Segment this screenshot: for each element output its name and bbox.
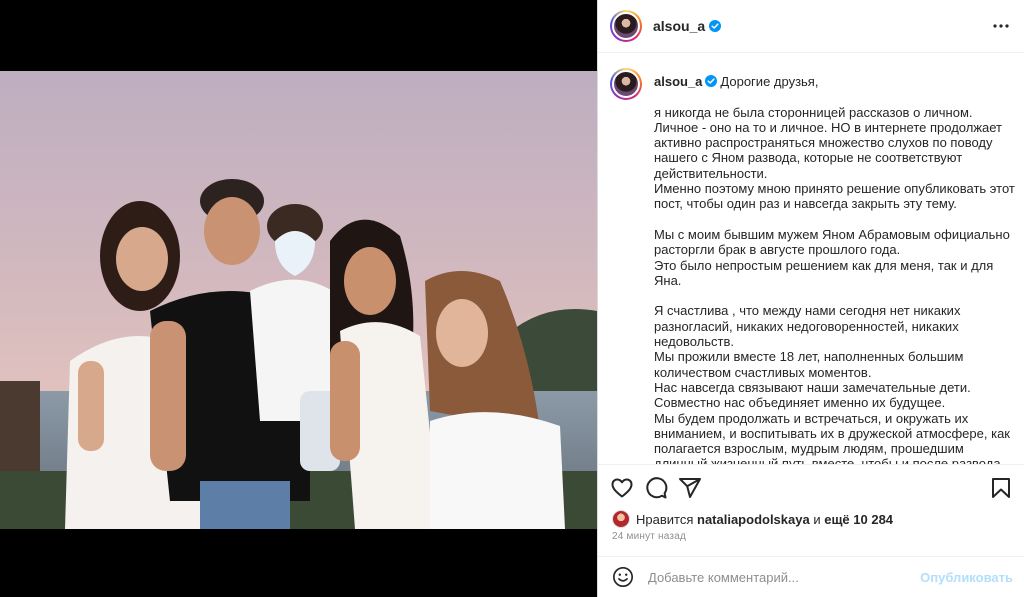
likes-prefix: Нравится [636, 511, 694, 527]
bookmark-icon[interactable] [989, 476, 1013, 500]
post-timestamp[interactable]: 24 минут назад [612, 531, 686, 542]
emoji-icon[interactable] [612, 566, 634, 588]
heart-icon[interactable] [610, 476, 634, 500]
comment-bar: Опубликовать [598, 556, 1024, 597]
post-header: alsou_a [598, 0, 1024, 53]
liker-username[interactable]: nataliapodolskaya [697, 512, 810, 527]
likes-count[interactable]: ещё 10 284 [824, 512, 893, 527]
caption-username[interactable]: alsou_a [654, 74, 702, 89]
post-side-panel: alsou_a alsou_a Дорогие друзья, я никогда… [597, 0, 1024, 597]
verified-badge-icon [709, 20, 722, 32]
family-photo-illustration [0, 71, 597, 529]
likes-summary: Нравится nataliapodolskaya и ещё 10 284 [612, 510, 893, 528]
post-media-area [0, 0, 597, 597]
post-caption: alsou_a Дорогие друзья, я никогда не была… [598, 54, 1024, 464]
publish-button[interactable]: Опубликовать [920, 570, 1013, 585]
comment-input[interactable] [648, 569, 918, 585]
author-username[interactable]: alsou_a [653, 18, 705, 34]
likes-middle: и [813, 511, 821, 527]
liker-avatar[interactable] [612, 510, 630, 528]
caption-author-avatar[interactable] [610, 68, 642, 100]
verified-badge-icon [705, 75, 718, 87]
post-actions [598, 464, 1024, 508]
caption-body: я никогда не была сторонницей рассказов … [654, 104, 1015, 464]
share-icon[interactable] [678, 476, 702, 500]
author-avatar[interactable] [610, 10, 642, 42]
instagram-post-modal: alsou_a alsou_a Дорогие друзья, я никогда… [0, 0, 1024, 597]
more-options-icon[interactable] [989, 14, 1013, 38]
caption-text: alsou_a Дорогие друзья, я никогда не была… [654, 74, 1016, 464]
comment-icon[interactable] [644, 476, 668, 500]
post-photo[interactable] [0, 71, 597, 529]
caption-lead: Дорогие друзья, [720, 74, 819, 89]
